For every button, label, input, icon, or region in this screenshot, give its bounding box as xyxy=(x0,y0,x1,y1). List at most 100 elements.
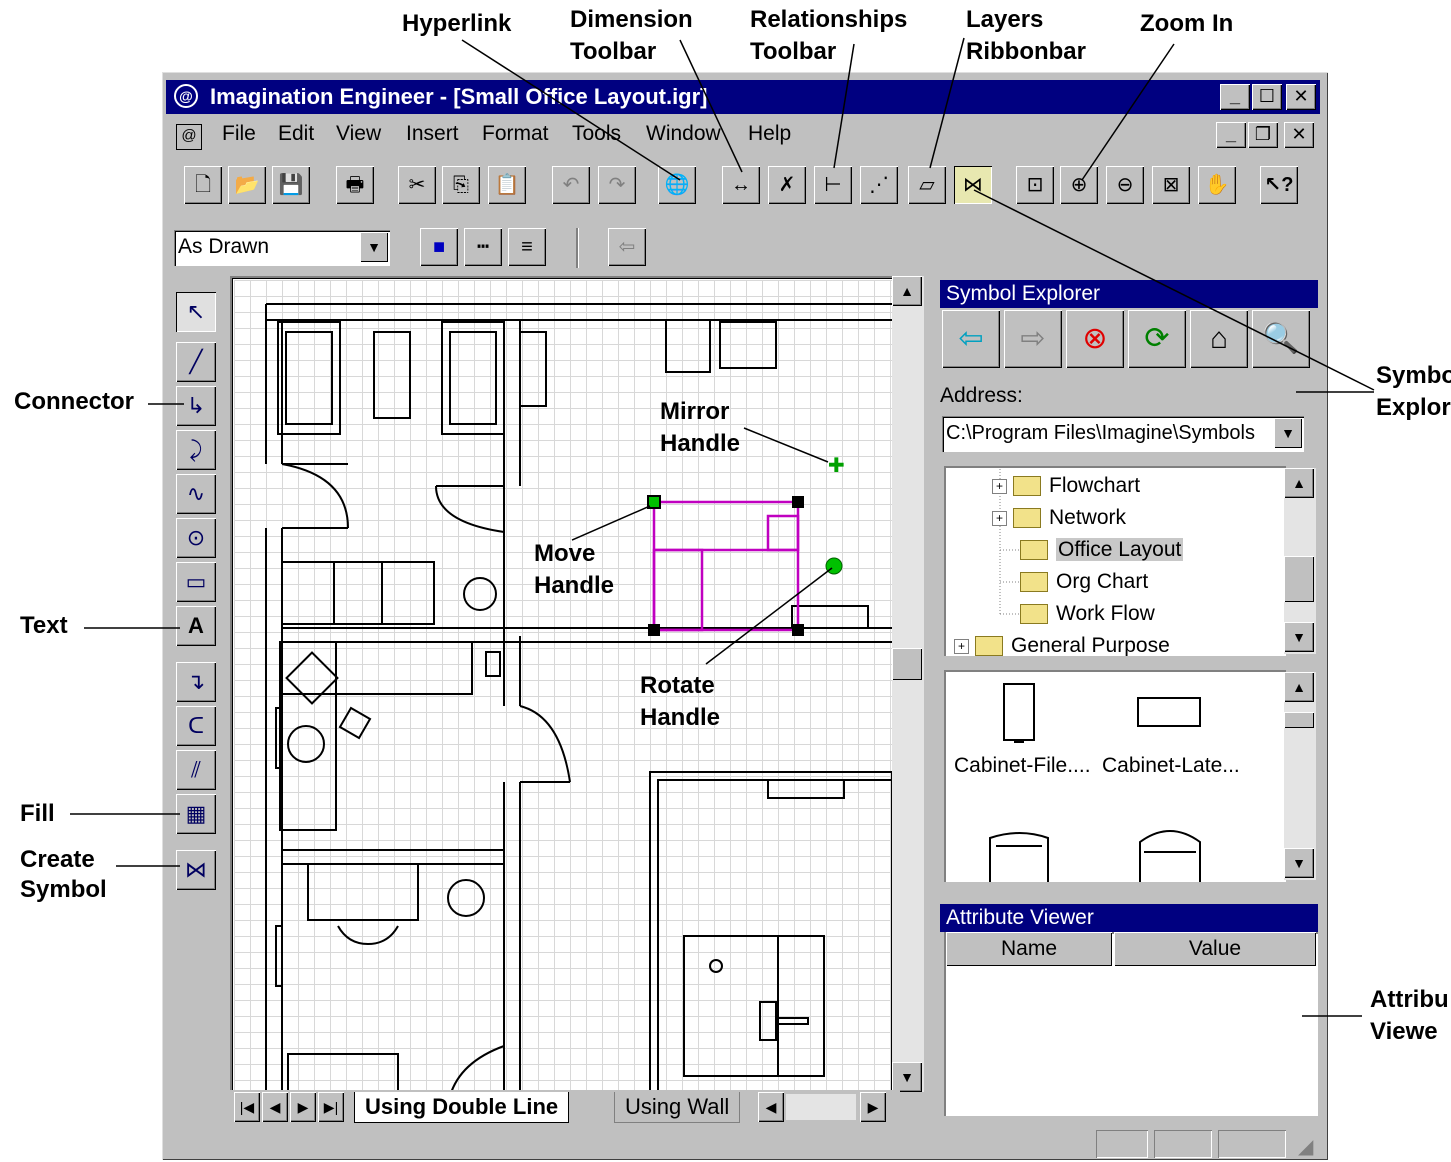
tree-scrollbar[interactable]: ▲ ▼ xyxy=(1284,468,1316,654)
sheet-tab-active[interactable]: Using Double Line xyxy=(354,1092,570,1123)
tab-scroll-left-icon[interactable]: ◀ xyxy=(758,1092,784,1122)
scroll-thumb[interactable] xyxy=(892,648,922,680)
document-icon[interactable]: @ xyxy=(176,124,202,150)
expand-icon[interactable]: + xyxy=(992,478,1007,494)
tree-item-network[interactable]: + Network xyxy=(992,504,1126,532)
zoom-in-icon[interactable]: ⊕ xyxy=(1060,166,1098,204)
column-header-value[interactable]: Value xyxy=(1114,932,1316,966)
first-sheet-icon[interactable]: |◀ xyxy=(234,1092,260,1122)
symbol-explorer-toggle-icon[interactable]: ⋈ xyxy=(954,166,992,204)
close-button[interactable]: ✕ xyxy=(1286,84,1316,110)
line-style-combo[interactable]: As Drawn ▼ xyxy=(174,230,390,266)
prev-sheet-icon[interactable]: ◀ xyxy=(262,1092,288,1122)
menu-edit[interactable]: Edit xyxy=(278,122,314,146)
address-field[interactable]: C:\Program Files\Imagine\Symbols ▼ xyxy=(942,416,1304,452)
trim-tool-icon[interactable]: ⫽ xyxy=(176,750,216,790)
home-icon[interactable]: ⌂ xyxy=(1190,310,1248,368)
menu-view[interactable]: View xyxy=(336,122,381,146)
tree-item-flowchart[interactable]: + Flowchart xyxy=(992,472,1140,500)
help-icon[interactable]: ↖? xyxy=(1260,166,1298,204)
line-color-icon[interactable]: ■ xyxy=(420,228,458,266)
next-sheet-icon[interactable]: ▶ xyxy=(290,1092,316,1122)
stop-icon[interactable]: ⊗ xyxy=(1066,310,1124,368)
menu-help[interactable]: Help xyxy=(748,122,791,146)
sheet-tab[interactable]: Using Wall xyxy=(614,1092,741,1123)
scroll-up-icon[interactable]: ▲ xyxy=(1284,672,1314,702)
offset-tool-icon[interactable]: ᑕ xyxy=(176,706,216,746)
canvas-vertical-scrollbar[interactable]: ▲ ▼ xyxy=(892,276,924,1092)
paste-icon[interactable]: 📋 xyxy=(488,166,526,204)
last-sheet-icon[interactable]: ▶| xyxy=(318,1092,344,1122)
fillet-tool-icon[interactable]: ↴ xyxy=(176,662,216,702)
column-header-name[interactable]: Name xyxy=(946,932,1112,966)
scroll-thumb[interactable] xyxy=(1284,556,1314,602)
relationship-offset-icon[interactable]: ⋰ xyxy=(860,166,898,204)
scroll-down-icon[interactable]: ▼ xyxy=(1284,848,1314,878)
open-icon[interactable]: 📂 xyxy=(228,166,266,204)
rectangle-tool-icon[interactable]: ▭ xyxy=(176,562,216,602)
undo-icon[interactable]: ↶ xyxy=(552,166,590,204)
tab-scroll-right-icon[interactable]: ▶ xyxy=(860,1092,886,1122)
tree-item-work-flow[interactable]: Work Flow xyxy=(1020,600,1155,628)
hyperlink-icon[interactable]: 🌐 xyxy=(658,166,696,204)
connector-tool-icon[interactable]: ↳ xyxy=(176,386,216,426)
relationship-remove-icon[interactable]: ✗ xyxy=(768,166,806,204)
doc-restore-button[interactable]: ❐ xyxy=(1248,122,1278,148)
menu-insert[interactable]: Insert xyxy=(406,122,459,146)
chevron-down-icon[interactable]: ▼ xyxy=(360,232,388,262)
scroll-down-icon[interactable]: ▼ xyxy=(1284,622,1314,652)
redo-icon[interactable]: ↷ xyxy=(598,166,636,204)
create-symbol-icon[interactable]: ⋈ xyxy=(176,850,216,890)
scroll-thumb[interactable] xyxy=(1284,712,1314,728)
expand-icon[interactable]: + xyxy=(992,510,1007,526)
drawing-canvas[interactable]: ✚ xyxy=(230,276,892,1124)
line-dash-icon[interactable]: ┅ xyxy=(464,228,502,266)
circle-tool-icon[interactable]: ⊙ xyxy=(176,518,216,558)
dimension-icon[interactable]: ↔ xyxy=(722,166,760,204)
chevron-down-icon[interactable]: ▼ xyxy=(1274,418,1302,448)
symbol-item-label[interactable]: Cabinet-Late... xyxy=(1102,754,1240,778)
relationship-connect-icon[interactable]: ⊢ xyxy=(814,166,852,204)
select-arrow-icon[interactable]: ↖ xyxy=(176,292,216,332)
menu-format[interactable]: Format xyxy=(482,122,549,146)
fill-tool-icon[interactable]: ▦ xyxy=(176,794,216,834)
tab-scroll-track[interactable] xyxy=(786,1094,856,1120)
arrowhead-icon[interactable]: ⇦ xyxy=(608,228,646,266)
line-weight-icon[interactable]: ≡ xyxy=(508,228,546,266)
expand-icon[interactable]: + xyxy=(954,638,969,654)
new-icon[interactable]: 🗋 xyxy=(184,166,222,204)
zoom-fit-icon[interactable]: ⊠ xyxy=(1152,166,1190,204)
scroll-down-icon[interactable]: ▼ xyxy=(892,1062,922,1092)
curve-tool-icon[interactable]: ∿ xyxy=(176,474,216,514)
layers-icon[interactable]: ▱ xyxy=(908,166,946,204)
copy-icon[interactable]: ⎘ xyxy=(442,166,480,204)
title-bar[interactable]: @ Imagination Engineer - [Small Office L… xyxy=(166,80,1320,114)
symbol-list-scrollbar[interactable]: ▲ ▼ xyxy=(1284,672,1316,880)
tree-item-general-purpose[interactable]: + General Purpose xyxy=(954,632,1170,656)
print-icon[interactable]: 🖶 xyxy=(336,166,374,204)
zoom-out-icon[interactable]: ⊖ xyxy=(1106,166,1144,204)
forward-arrow-icon[interactable]: ⇨ xyxy=(1004,310,1062,368)
resize-grip-icon[interactable]: ◢ xyxy=(1298,1134,1313,1159)
text-tool-icon[interactable]: A xyxy=(176,606,216,646)
scroll-up-icon[interactable]: ▲ xyxy=(892,276,922,306)
minimize-button[interactable]: _ xyxy=(1220,84,1250,110)
menu-window[interactable]: Window xyxy=(646,122,721,146)
line-tool-icon[interactable]: ╱ xyxy=(176,342,216,382)
symbol-item-label[interactable]: Cabinet-File.... xyxy=(954,754,1091,778)
tree-item-office-layout[interactable]: Office Layout xyxy=(1020,536,1184,564)
back-arrow-icon[interactable]: ⇦ xyxy=(942,310,1000,368)
doc-minimize-button[interactable]: _ xyxy=(1216,122,1246,148)
scroll-up-icon[interactable]: ▲ xyxy=(1284,468,1314,498)
zoom-window-icon[interactable]: ⊡ xyxy=(1016,166,1054,204)
search-globe-icon[interactable]: 🔍 xyxy=(1252,310,1310,368)
menu-tools[interactable]: Tools xyxy=(572,122,621,146)
doc-close-button[interactable]: ✕ xyxy=(1284,122,1314,148)
arc-tool-icon[interactable]: ⤸ xyxy=(176,430,216,470)
refresh-icon[interactable]: ⟳ xyxy=(1128,310,1186,368)
tree-item-org-chart[interactable]: Org Chart xyxy=(1020,568,1148,596)
cut-icon[interactable]: ✂ xyxy=(398,166,436,204)
menu-file[interactable]: File xyxy=(222,122,256,146)
pan-icon[interactable]: ✋ xyxy=(1198,166,1236,204)
save-icon[interactable]: 💾 xyxy=(272,166,310,204)
